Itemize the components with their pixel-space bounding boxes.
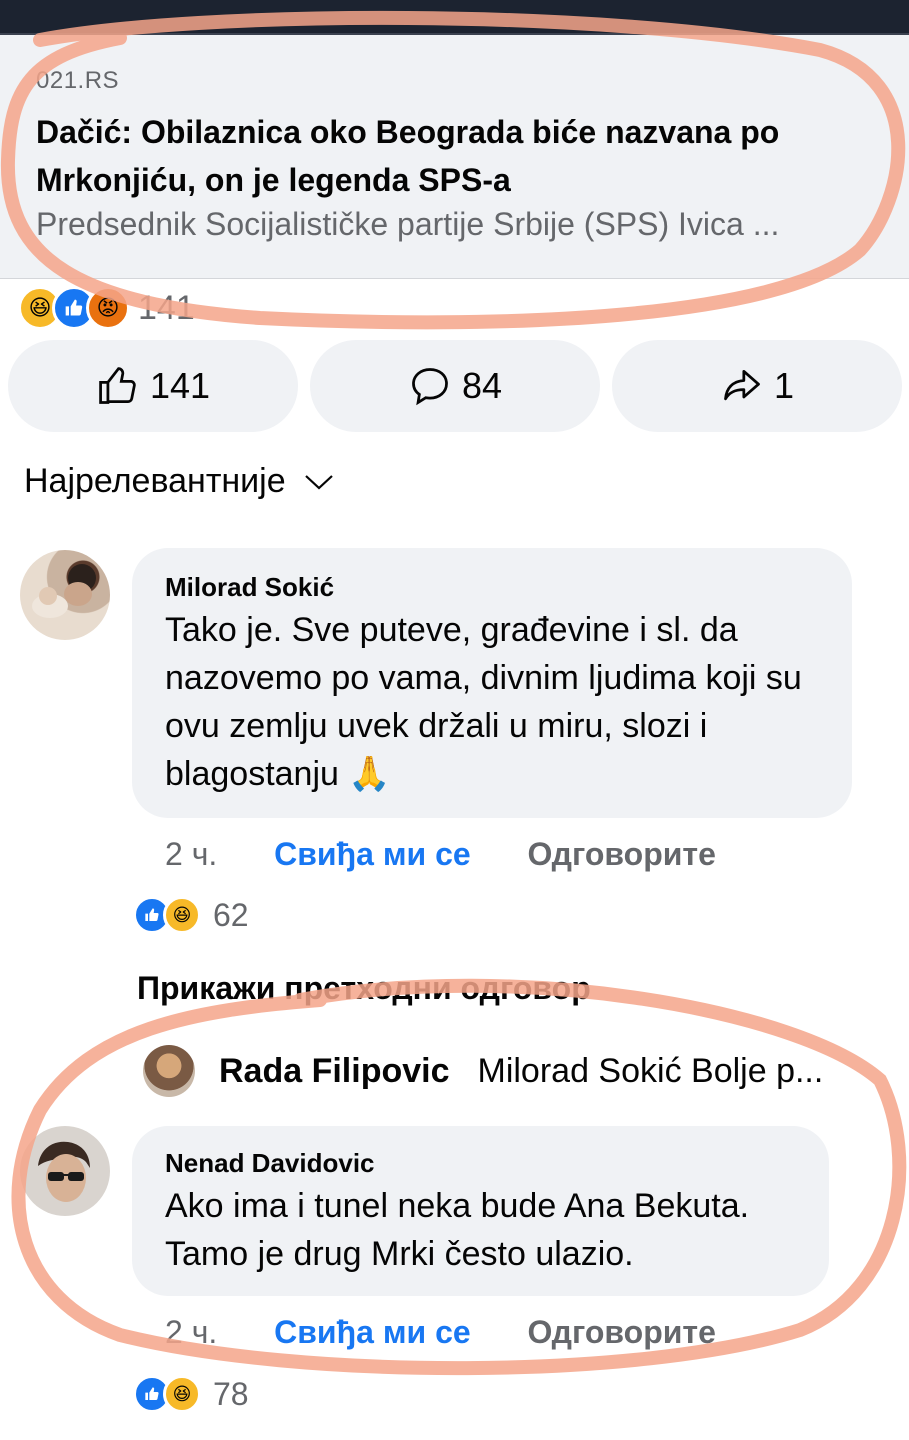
share-count: 1 <box>773 365 795 406</box>
share-button[interactable]: 1 <box>612 340 902 432</box>
comment-sort-dropdown[interactable]: Најрелевантније <box>24 462 334 501</box>
comment-time: 2 ч. <box>165 1314 218 1350</box>
link-domain: 021.RS <box>36 67 120 94</box>
like-count: 141 <box>149 365 211 406</box>
reactions-summary[interactable]: 😆 😡 141 <box>18 286 195 330</box>
reply-author[interactable]: Rada Filipovic <box>219 1052 450 1091</box>
comment-reactions[interactable]: 😆 78 <box>133 1375 249 1413</box>
comment-text: Ako ima i tunel neka bude Ana Bekuta. Ta… <box>165 1187 750 1273</box>
comment-reply-link[interactable]: Одговорите <box>528 836 716 872</box>
chevron-down-icon <box>304 474 333 489</box>
comment-reactions[interactable]: 😆 62 <box>133 896 249 934</box>
haha-icon: 😆 <box>163 1375 201 1413</box>
comment-time: 2 ч. <box>165 836 218 872</box>
comment-icon <box>412 368 448 406</box>
comment-meta: 2 ч. Свиђа ми се Одговорите <box>165 836 716 873</box>
comment-reply-link[interactable]: Одговорите <box>528 1314 716 1350</box>
comment-meta: 2 ч. Свиђа ми се Одговорите <box>165 1314 716 1351</box>
comment-like-link[interactable]: Свиђа ми се <box>274 836 471 872</box>
avatar-rada <box>143 1045 195 1097</box>
avatar-milorad[interactable] <box>20 550 110 640</box>
like-button[interactable]: 141 <box>8 340 298 432</box>
sort-label: Најрелевантније <box>24 462 286 500</box>
comment-text: Tako je. Sve puteve, građevine i sl. da … <box>165 611 802 793</box>
post-image-bottom-edge <box>0 0 909 33</box>
comment-reactions-count: 62 <box>213 896 249 933</box>
link-title[interactable]: Dačić: Obilaznica oko Beograda biće nazv… <box>36 108 886 204</box>
reply-text: Milorad Sokić Bolje p... <box>477 1051 824 1090</box>
share-icon <box>724 369 760 401</box>
avatar-nenad[interactable] <box>20 1126 110 1216</box>
view-previous-replies-link[interactable]: Прикажи претходни одговор <box>137 970 591 1007</box>
comment-button[interactable]: 84 <box>310 340 600 432</box>
comment-author[interactable]: Nenad Davidovic <box>165 1148 375 1179</box>
comment-author[interactable]: Milorad Sokić <box>165 572 334 603</box>
comment-like-link[interactable]: Свиђа ми се <box>274 1314 471 1350</box>
comment-count: 84 <box>461 365 503 406</box>
haha-icon: 😆 <box>163 896 201 934</box>
reply-preview[interactable]: Rada Filipovic Milorad Sokić Bolje p... <box>143 1045 823 1097</box>
angry-icon: 😡 <box>86 286 130 330</box>
thumbs-up-icon <box>99 367 136 404</box>
link-description: Predsednik Socijalističke partije Srbije… <box>36 206 780 242</box>
reactions-count: 141 <box>138 288 195 327</box>
comment-reactions-count: 78 <box>213 1375 249 1412</box>
